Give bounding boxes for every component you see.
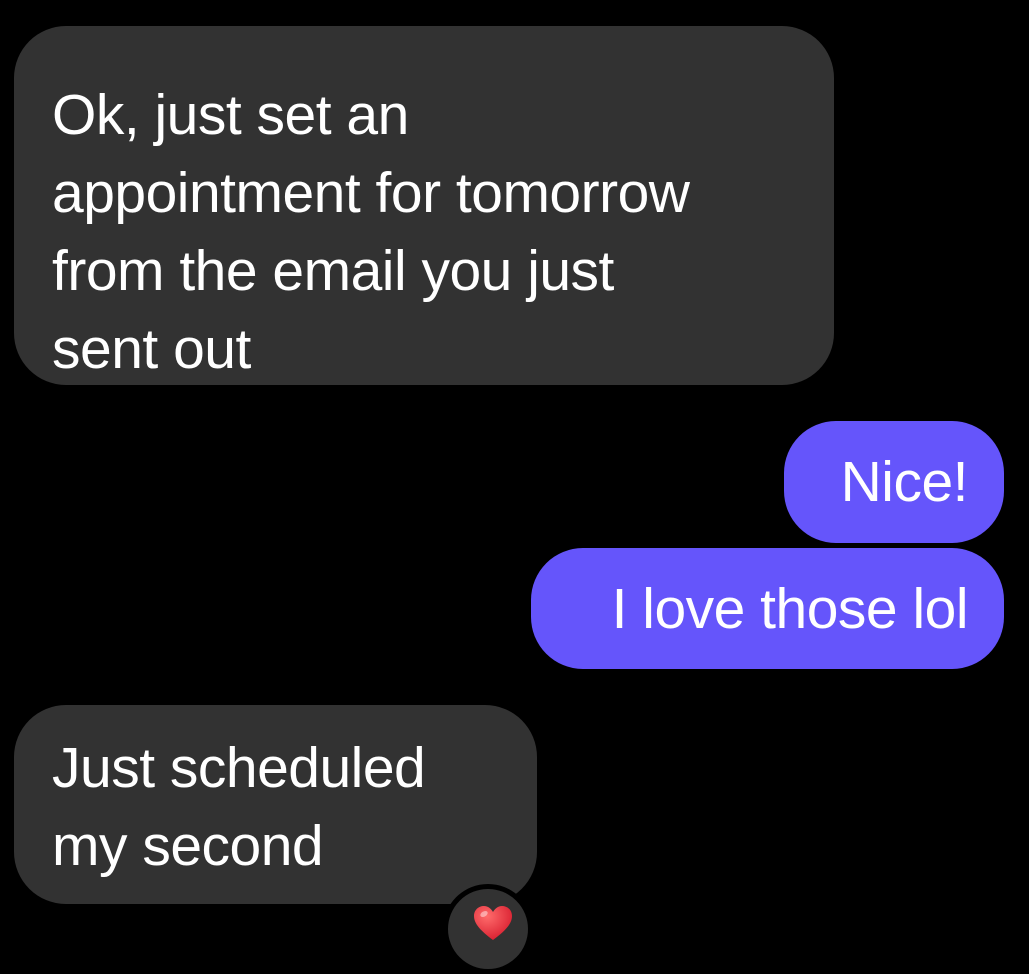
received-message-bubble[interactable]: Just scheduled my second: [14, 705, 537, 904]
reaction-badge[interactable]: [443, 884, 533, 974]
heart-icon: [474, 906, 512, 940]
sent-message-bubble[interactable]: I love those lol: [531, 548, 1004, 669]
sent-message-bubble[interactable]: Nice!: [784, 421, 1004, 543]
message-thread: Ok, just set an appointment for tomorrow…: [0, 0, 1029, 974]
received-message-bubble[interactable]: Ok, just set an appointment for tomorrow…: [14, 26, 834, 385]
